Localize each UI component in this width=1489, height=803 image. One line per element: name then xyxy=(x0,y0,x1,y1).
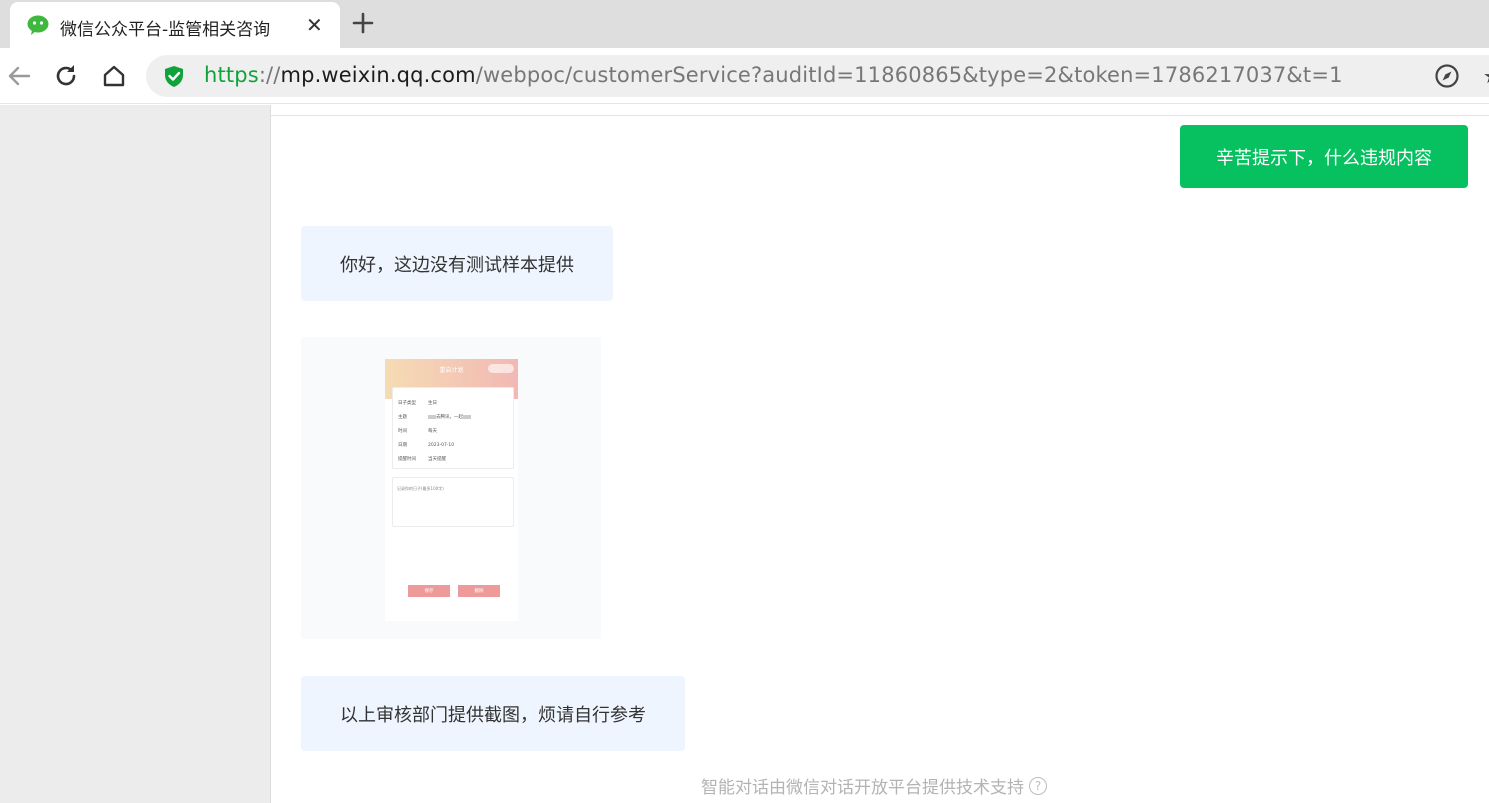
form-row: 时间 每天 xyxy=(398,429,437,434)
user-message-bubble: 辛苦提示下，什么违规内容 xyxy=(1180,125,1468,188)
tab-title: 微信公众平台-监管相关咨询 xyxy=(60,20,271,40)
left-sidebar xyxy=(0,105,271,803)
form-row: 日子类型 生日 xyxy=(398,401,437,406)
shield-check-icon xyxy=(165,66,183,87)
plus-icon[interactable] xyxy=(351,11,375,35)
phone-delete-button: 删除 xyxy=(458,585,500,597)
home-icon[interactable] xyxy=(101,63,127,89)
footer-text: 智能对话由微信对话开放平台提供技术支持 xyxy=(701,778,1024,798)
form-row: 提醒时间 当天提醒 xyxy=(398,457,446,462)
back-arrow-icon[interactable] xyxy=(6,63,32,89)
browser-tab[interactable]: 微信公众平台-监管相关咨询 ✕ xyxy=(10,2,340,48)
url-path: /webpoc/customerService?auditId=11860865… xyxy=(475,63,1343,87)
chat-area: 辛苦提示下，什么违规内容 你好，这边没有测试样本提供 重启计划 日子类型 生日 主… xyxy=(271,105,1489,803)
phone-save-button: 保存 xyxy=(408,585,450,597)
form-row: 主题 去腾讯，一起 xyxy=(398,414,471,420)
form-row: 日期 2023-07-10 xyxy=(398,443,455,448)
url-host: mp.weixin.qq.com xyxy=(280,63,476,87)
browser-toolbar: https://mp.weixin.qq.com/webpoc/customer… xyxy=(0,48,1489,104)
note-card: 记录你的日子(最多100字) xyxy=(392,477,514,527)
bot-image-message[interactable]: 重启计划 日子类型 生日 主题 去腾讯，一起 时间 每天 日期 2023-07-10 提… xyxy=(301,337,601,639)
phone-screenshot: 重启计划 日子类型 生日 主题 去腾讯，一起 时间 每天 日期 2023-07-10 提… xyxy=(385,359,518,621)
bot-message-bubble: 以上审核部门提供截图，烦请自行参考 xyxy=(301,676,685,751)
help-icon[interactable]: ? xyxy=(1029,776,1047,795)
wechat-icon xyxy=(27,15,49,35)
star-icon[interactable]: ★ xyxy=(1483,64,1489,88)
tab-strip: 微信公众平台-监管相关咨询 ✕ xyxy=(0,0,1489,48)
bot-message-bubble: 你好，这边没有测试样本提供 xyxy=(301,226,613,301)
address-bar[interactable]: https://mp.weixin.qq.com/webpoc/customer… xyxy=(146,55,1489,97)
note-placeholder: 记录你的日子(最多100字) xyxy=(397,486,444,491)
compass-icon[interactable] xyxy=(1434,63,1460,89)
url-text: https://mp.weixin.qq.com/webpoc/customer… xyxy=(204,63,1343,87)
divider xyxy=(271,115,1489,116)
url-separator: :// xyxy=(258,63,281,87)
reload-icon[interactable] xyxy=(53,63,79,89)
url-scheme: https xyxy=(204,63,259,87)
powered-by-footer: 智能对话由微信对话开放平台提供技术支持 ? xyxy=(701,773,1047,798)
capsule-icon xyxy=(488,364,514,373)
tab-close-icon[interactable]: ✕ xyxy=(306,14,323,36)
form-card: 日子类型 生日 主题 去腾讯，一起 时间 每天 日期 2023-07-10 提醒时间 当天… xyxy=(392,387,514,469)
